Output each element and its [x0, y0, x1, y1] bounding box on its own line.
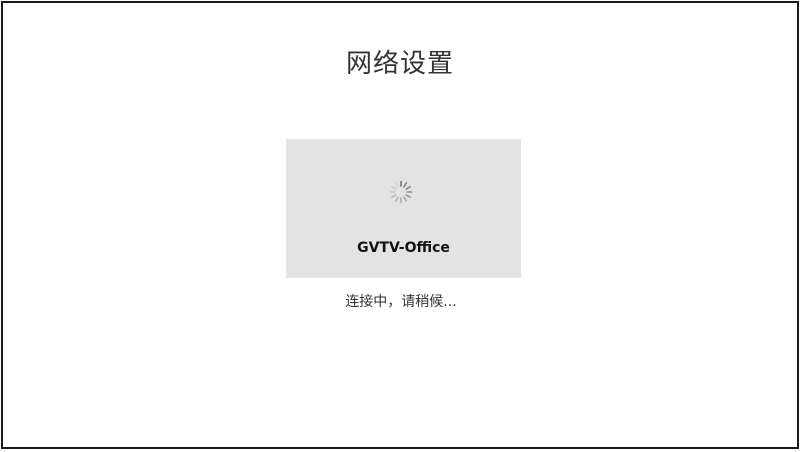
spinner-icon	[389, 180, 413, 204]
network-name: GVTV-Office	[357, 240, 450, 256]
connection-status: 连接中，请稍候...	[345, 294, 457, 310]
network-card[interactable]	[286, 139, 521, 278]
page-title: 网络设置	[345, 49, 454, 79]
